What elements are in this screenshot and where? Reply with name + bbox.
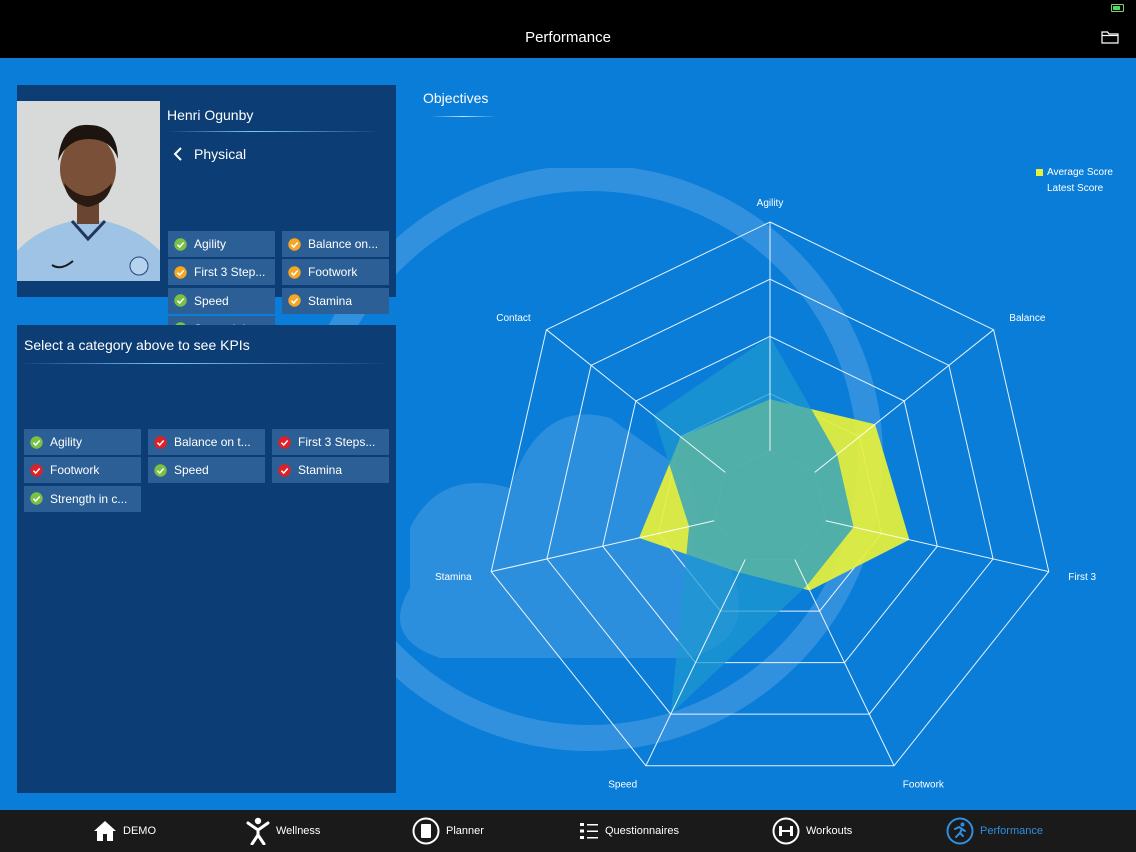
tab-questionnaires-label: Questionnaires — [605, 825, 679, 837]
check-red-icon — [154, 435, 167, 449]
folder-icon[interactable] — [1101, 30, 1119, 44]
radar-spoke — [814, 329, 994, 473]
category-back-button[interactable]: Physical — [172, 145, 246, 163]
home-icon — [94, 821, 116, 841]
kpi-item[interactable]: Agility — [24, 429, 141, 455]
planner-icon — [412, 817, 440, 845]
tab-demo[interactable]: DEMO — [93, 810, 156, 852]
tab-planner-label: Planner — [446, 825, 484, 837]
name-separator — [167, 131, 382, 132]
tab-workouts[interactable]: Workouts — [772, 810, 852, 852]
tab-planner[interactable]: Planner — [412, 810, 484, 852]
tab-wellness[interactable]: Wellness — [246, 810, 320, 852]
subcategory-item[interactable]: Agility — [168, 231, 275, 257]
check-orange-icon — [288, 266, 301, 279]
tab-performance-label: Performance — [980, 825, 1043, 837]
check-orange-icon — [288, 237, 301, 251]
page-title: Performance — [525, 29, 611, 46]
main-area: Henri Ogunby Physical Agility Balance on.… — [0, 58, 1136, 810]
chip-label: Speed — [174, 463, 209, 478]
kpi-item[interactable]: Speed — [148, 457, 265, 484]
bottom-tab-bar: DEMO Wellness Planner Questionnaires Wor… — [0, 810, 1136, 852]
chip-label: Agility — [194, 237, 227, 251]
chip-label: Agility — [50, 435, 83, 449]
check-green-icon — [30, 492, 43, 505]
chip-label: Strength in c... — [50, 491, 128, 506]
person-icon — [246, 817, 270, 845]
kpi-separator — [17, 363, 392, 364]
player-photo — [17, 101, 160, 281]
check-red-icon — [30, 464, 43, 477]
subcategory-item[interactable]: Stamina — [282, 287, 389, 314]
radar-axis-label: Contact — [496, 313, 531, 324]
chip-label: Stamina — [308, 293, 353, 308]
category-label: Physical — [194, 146, 247, 162]
battery-icon — [1111, 4, 1124, 12]
check-orange-icon — [174, 266, 187, 279]
kpi-item[interactable]: First 3 Steps... — [272, 429, 389, 455]
radar-axis-label: Footwork — [903, 780, 945, 791]
check-red-icon — [278, 464, 291, 477]
chevron-left-icon — [173, 147, 182, 161]
check-orange-icon — [288, 294, 301, 307]
list-icon — [580, 823, 598, 839]
check-red-icon — [278, 435, 291, 449]
subcategory-item[interactable]: Balance on... — [282, 231, 389, 257]
radar-axis-label: First 3 — [1068, 572, 1096, 583]
chip-label: Footwork — [50, 463, 100, 478]
chip-label: Footwork — [308, 265, 358, 280]
chip-label: Balance on... — [308, 237, 379, 251]
radar-axis-label: Speed — [608, 780, 637, 791]
chip-label: Stamina — [298, 463, 343, 478]
objectives-title: Objectives — [423, 90, 489, 106]
subcategory-item[interactable]: Speed — [168, 287, 275, 314]
subcategory-item[interactable]: Footwork — [282, 259, 389, 286]
check-green-icon — [174, 237, 187, 251]
radar-chart: Agility Balance First 3 Footwork Speed Stamin… — [435, 198, 1097, 791]
chip-label: Speed — [194, 293, 229, 308]
subcategory-item[interactable]: First 3 Step... — [168, 259, 275, 286]
top-bar: Performance — [0, 0, 1136, 58]
runner-icon — [946, 817, 974, 845]
kpi-item[interactable]: Footwork — [24, 457, 141, 484]
dumbbell-icon — [772, 817, 800, 845]
player-card: Henri Ogunby Physical Agility Balance on.… — [17, 85, 396, 342]
kpi-item[interactable]: Strength in c... — [24, 485, 141, 512]
tab-performance[interactable]: Performance — [946, 810, 1043, 852]
chip-label: Balance on t... — [174, 435, 251, 449]
player-name: Henri Ogunby — [167, 107, 254, 123]
tab-wellness-label: Wellness — [276, 825, 321, 837]
tab-questionnaires[interactable]: Questionnaires — [579, 810, 679, 852]
radar-axis-label: Balance — [1009, 313, 1046, 324]
tab-demo-label: DEMO — [123, 825, 156, 837]
check-green-icon — [30, 435, 43, 449]
radar-axis-label: Agility — [757, 198, 784, 209]
chip-label: First 3 Steps... — [298, 435, 376, 449]
check-green-icon — [174, 294, 187, 307]
kpi-card: Select a category above to see KPIs Agil… — [17, 325, 396, 793]
radar-axis-label: Stamina — [435, 572, 472, 583]
kpi-item[interactable]: Balance on t... — [148, 429, 265, 455]
kpi-item[interactable]: Stamina — [272, 457, 389, 484]
check-green-icon — [154, 464, 167, 477]
tab-workouts-label: Workouts — [806, 825, 853, 837]
kpi-title: Select a category above to see KPIs — [24, 337, 250, 353]
chip-label: First 3 Step... — [194, 265, 266, 280]
